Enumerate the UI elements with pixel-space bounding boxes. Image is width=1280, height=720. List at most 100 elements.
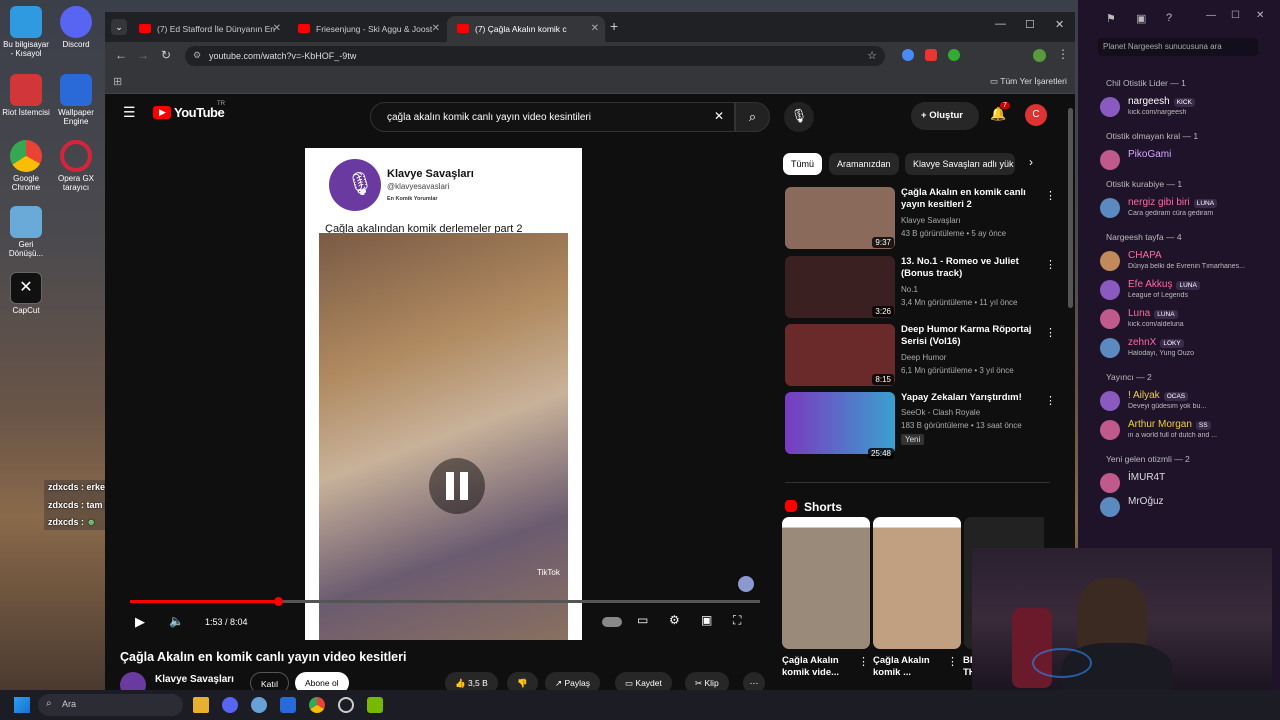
member-item[interactable]: Arthur Morgan SS in a world full of dutch … xyxy=(1100,417,1280,445)
discord-taskbar-icon[interactable] xyxy=(222,697,238,713)
desktop-icon-riot[interactable]: Riot İstemcisi xyxy=(2,74,50,117)
chips-next-icon[interactable]: › xyxy=(1029,155,1033,169)
page-scrollbar[interactable] xyxy=(1068,108,1073,308)
youtube-logo-text[interactable]: YouTube xyxy=(174,105,225,120)
chip-channel[interactable]: Klavye Savaşları adlı yük xyxy=(905,153,1015,175)
play-button[interactable]: ▶ xyxy=(135,614,145,630)
save-button[interactable]: ▭ Kaydet xyxy=(615,672,672,692)
video-player[interactable]: 🎙 Klavye Savaşları @klavyesavaslari En K… xyxy=(305,148,582,640)
member-item[interactable]: CHAPA Dünya belki de Evrenin Tımarhanes..… xyxy=(1100,248,1280,276)
close-window-button[interactable]: ✕ xyxy=(1256,10,1264,21)
pause-icon[interactable] xyxy=(429,458,485,514)
desktop-icon-recycle-bin[interactable]: Geri Dönüşü... xyxy=(2,206,50,258)
recommendation-thumbnail[interactable] xyxy=(785,392,895,454)
new-tab-button[interactable]: + xyxy=(610,18,618,34)
profile-avatar[interactable] xyxy=(1033,49,1046,62)
subscribe-button[interactable]: Abone ol xyxy=(295,672,349,692)
volume-button[interactable]: 🔈 xyxy=(169,614,184,628)
account-avatar[interactable]: C xyxy=(1025,104,1047,126)
file-explorer-icon[interactable] xyxy=(193,697,209,713)
short-title[interactable]: Çağla Akalın komik ... xyxy=(873,655,943,679)
channel-avatar[interactable] xyxy=(120,672,146,692)
member-item[interactable]: nargeesh KICK kick.com/nargeesh xyxy=(1100,94,1280,122)
short-title[interactable]: Çağla Akalın komik vide... xyxy=(782,655,852,679)
server-search-input[interactable]: Planet Nargeesh sunucusuna ara xyxy=(1098,38,1258,56)
miniplayer-icon[interactable]: ▣ xyxy=(701,613,712,627)
settings-gear-icon[interactable]: ⚙ xyxy=(669,613,680,627)
reload-button[interactable]: ↻ xyxy=(161,48,171,62)
desktop-icon-opera-gx[interactable]: Opera GX tarayıcı xyxy=(52,140,100,192)
more-actions-button[interactable]: ⋯ xyxy=(743,672,765,692)
like-button[interactable]: 👍 3,5 B xyxy=(445,672,498,692)
more-options-icon[interactable]: ⋮ xyxy=(858,655,869,668)
close-tab-icon[interactable]: ✕ xyxy=(432,23,440,34)
desktop-icon-discord[interactable]: Discord xyxy=(52,6,100,49)
apps-grid-icon[interactable]: ⊞ xyxy=(113,75,122,88)
close-tab-icon[interactable]: ✕ xyxy=(273,23,281,34)
member-item[interactable]: Luna LUNA kick.com/aldeluna xyxy=(1100,306,1280,334)
chrome-taskbar-icon[interactable] xyxy=(309,697,325,713)
more-options-icon[interactable]: ⋮ xyxy=(1045,394,1056,407)
back-button[interactable]: ← xyxy=(115,48,127,62)
subtitles-icon[interactable]: ▭ xyxy=(637,613,648,627)
extension-icon[interactable] xyxy=(902,49,914,61)
member-item[interactable]: MrOğuz xyxy=(1100,494,1280,522)
progress-scrubber[interactable] xyxy=(274,597,284,606)
steam-icon[interactable] xyxy=(251,697,267,713)
bookmark-star-icon[interactable]: ☆ xyxy=(867,49,877,62)
wallpaper-engine-taskbar-icon[interactable] xyxy=(280,697,296,713)
chip-from-search[interactable]: Aramanızdan xyxy=(829,153,899,175)
notifications-button[interactable]: 🔔 7 xyxy=(990,102,1010,122)
close-window-button[interactable]: ✕ xyxy=(1055,18,1064,31)
maximize-button[interactable]: ☐ xyxy=(1231,10,1240,21)
minimize-button[interactable]: — xyxy=(995,18,1006,30)
url-field[interactable]: ⚙ youtube.com/watch?v=-KbHOF_-9tw ☆ xyxy=(185,46,885,66)
more-options-icon[interactable]: ⋮ xyxy=(1045,189,1056,202)
desktop-icon-wallpaper-engine[interactable]: Wallpaper Engine xyxy=(52,74,100,126)
windows-start-icon[interactable] xyxy=(14,697,30,713)
extension-icon[interactable] xyxy=(948,49,960,61)
recommendation-item[interactable]: 9:37 Çağla Akalın en komik canlı yayın k… xyxy=(785,187,1056,251)
hamburger-menu-icon[interactable]: ☰ xyxy=(123,104,136,121)
member-item[interactable]: nergiz gibi biri LUNA Cara gediram cüra ge… xyxy=(1100,195,1280,223)
tab-cagla-akalin[interactable]: (7) Çağla Akalın komik c ✕ xyxy=(447,16,605,42)
member-item[interactable]: ! Ailyak OCAS Deveyi güdesim yok bu... xyxy=(1100,388,1280,416)
tab-friesenjung[interactable]: Friesenjung - Ski Aggu & Joost ✕ xyxy=(288,16,446,42)
tab-ed-stafford[interactable]: (7) Ed Stafford İle Dünyanın En ✕ xyxy=(129,16,287,42)
tab-search-icon[interactable]: ⌄ xyxy=(111,19,127,35)
youtube-logo-icon[interactable]: ▶ xyxy=(153,106,171,119)
voice-search-button[interactable]: 🎙 xyxy=(784,102,814,132)
site-info-icon[interactable]: ⚙ xyxy=(193,50,201,61)
recommendation-item[interactable]: 25:48 Yapay Zekaları Yarıştırdım! SeeOk … xyxy=(785,392,1056,462)
obs-icon[interactable] xyxy=(338,697,354,713)
more-options-icon[interactable]: ⋮ xyxy=(1045,258,1056,271)
channel-name[interactable]: Klavye Savaşları xyxy=(155,674,234,685)
inbox-icon[interactable]: ▣ xyxy=(1136,12,1146,25)
close-tab-icon[interactable]: ✕ xyxy=(591,23,599,34)
taskbar-search-input[interactable]: ⌕ Ara xyxy=(38,694,183,716)
threads-icon[interactable]: ⚑ xyxy=(1106,12,1116,25)
short-thumbnail[interactable] xyxy=(873,517,961,649)
recommendation-item[interactable]: 3:26 13. No.1 - Romeo ve Juliet (Bonus t… xyxy=(785,256,1056,320)
desktop-icon-capcut[interactable]: ✕ CapCut xyxy=(2,272,50,315)
desktop-icon-this-pc[interactable]: Bu bilgisayar - Kısayol xyxy=(2,6,50,58)
clip-button[interactable]: ✂ Klip xyxy=(685,672,729,692)
desktop-icon-chrome[interactable]: Google Chrome xyxy=(2,140,50,192)
all-bookmarks-folder[interactable]: ▭ Tüm Yer İşaretleri xyxy=(990,76,1067,87)
join-button[interactable]: Katıl xyxy=(250,672,290,692)
search-input[interactable]: çağla akalın komik canlı yayın video kes… xyxy=(370,102,735,132)
member-item[interactable]: Efe Akkuş LUNA League of Legends xyxy=(1100,277,1280,305)
extension-icon[interactable] xyxy=(925,49,937,61)
recommendation-item[interactable]: 8:15 Deep Humor Karma Röportaj Serisi (V… xyxy=(785,324,1056,388)
short-thumbnail[interactable] xyxy=(782,517,870,649)
member-item[interactable]: PikoGami xyxy=(1100,147,1280,175)
more-options-icon[interactable]: ⋮ xyxy=(947,655,958,668)
minimize-button[interactable]: — xyxy=(1206,10,1216,21)
chip-all[interactable]: Tümü xyxy=(783,153,823,175)
channel-watermark-icon[interactable] xyxy=(738,576,754,592)
browser-menu-icon[interactable]: ⋮ xyxy=(1057,47,1069,61)
search-button[interactable]: ⌕ xyxy=(735,102,770,132)
forward-button[interactable]: → xyxy=(137,48,149,62)
autoplay-toggle[interactable] xyxy=(602,617,622,627)
fullscreen-icon[interactable]: ⛶ xyxy=(733,613,741,628)
